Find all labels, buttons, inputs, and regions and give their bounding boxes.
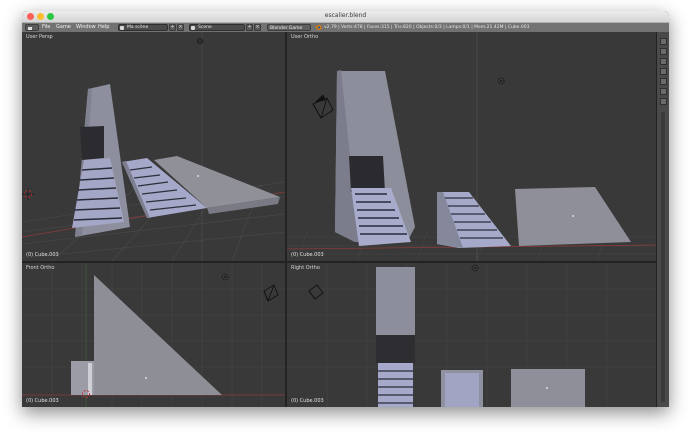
viewport-front-ortho[interactable]: Front Ortho (0) Cube.003 — [22, 263, 285, 407]
info-editor-icon — [28, 27, 32, 30]
screen-layout-field[interactable]: Ma scène — [118, 24, 168, 31]
ortho-scene — [287, 32, 656, 261]
toolbar-button[interactable] — [660, 38, 667, 45]
viewport-label: User Ortho — [291, 34, 319, 40]
render-engine-select[interactable]: Blender Game — [267, 24, 311, 31]
viewport-label: User Persp — [26, 34, 53, 40]
lamp-icon — [471, 264, 479, 272]
right-scene — [287, 263, 656, 407]
camera-icon — [312, 94, 334, 119]
camera-icon — [308, 284, 324, 300]
toolbar-scrollbar[interactable] — [661, 112, 665, 402]
active-object-label: (0) Cube.003 — [291, 398, 324, 404]
menu-help[interactable]: Help — [98, 24, 109, 31]
viewport-label: Right Ortho — [291, 265, 320, 271]
front-scene — [22, 263, 285, 407]
scene-field[interactable]: Scene — [189, 24, 245, 31]
toolbar-button[interactable] — [660, 98, 667, 105]
title-bar: escalier.blend — [22, 11, 669, 23]
add-layout-button[interactable]: + — [169, 24, 176, 31]
viewport-user-persp[interactable]: User Persp (0) Cube.003 — [22, 32, 285, 261]
blender-logo-icon — [315, 24, 322, 31]
viewport-right-ortho[interactable]: Right Ortho (0) Cube.003 — [287, 263, 656, 407]
active-object-label: (0) Cube.003 — [291, 252, 324, 258]
toolbar-button[interactable] — [660, 58, 667, 65]
window-title: escalier.blend — [324, 12, 367, 19]
persp-scene — [22, 32, 285, 261]
layout-icon — [120, 26, 124, 30]
viewport-label: Front Ortho — [26, 265, 55, 271]
properties-toolbar — [656, 32, 669, 407]
scene-value: Scene — [198, 25, 212, 30]
menu-game[interactable]: Game — [56, 24, 71, 31]
screen-layout-value: Ma scène — [127, 25, 149, 30]
toolbar-button[interactable] — [660, 78, 667, 85]
scene-stats: v2.79 | Verts:478 | Faces:315 | Tris:820… — [324, 25, 530, 30]
active-object-label: (0) Cube.003 — [26, 252, 59, 258]
active-object-label: (0) Cube.003 — [26, 398, 59, 404]
toolbar-button[interactable] — [660, 88, 667, 95]
cursor-icon — [22, 188, 34, 200]
tall-block-mesh[interactable] — [376, 267, 415, 335]
viewport-user-ortho[interactable]: User Ortho (0) Cube.003 — [287, 32, 656, 261]
menu-file[interactable]: File — [42, 24, 50, 31]
scene-icon — [191, 26, 195, 30]
remove-layout-button[interactable]: × — [177, 24, 184, 31]
app-window: escalier.blend File Game Window Help Ma … — [22, 11, 669, 407]
editor-type-button[interactable] — [25, 24, 39, 31]
camera-icon — [263, 284, 279, 302]
remove-scene-button[interactable]: × — [254, 24, 261, 31]
lamp-icon — [497, 77, 505, 85]
lamp-icon — [221, 273, 229, 281]
wedge-profile-mesh[interactable] — [94, 275, 222, 395]
toolbar-button[interactable] — [660, 48, 667, 55]
menu-window[interactable]: Window — [76, 24, 96, 31]
add-scene-button[interactable]: + — [246, 24, 253, 31]
toolbar-button[interactable] — [660, 68, 667, 75]
